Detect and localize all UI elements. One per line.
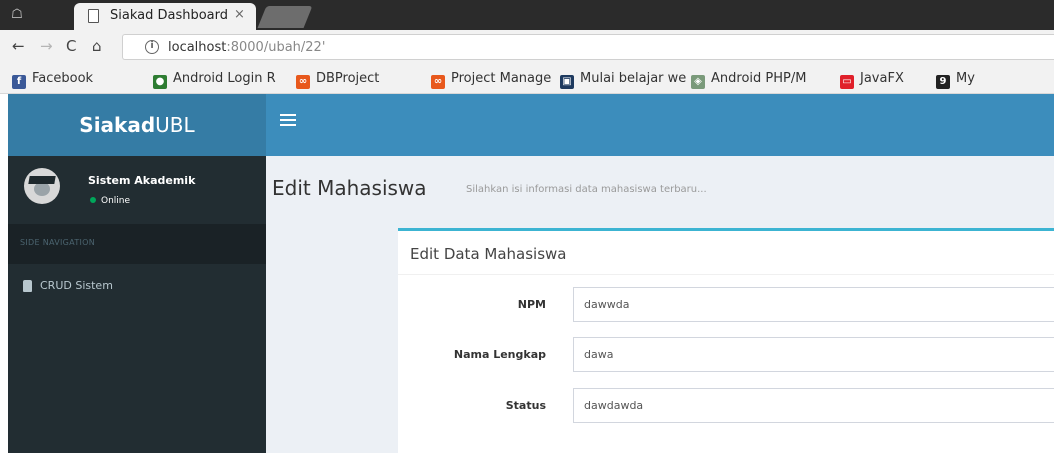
home-icon[interactable]: ⌂ <box>92 38 102 54</box>
page-icon <box>88 9 99 23</box>
nama-lengkap-input[interactable] <box>573 337 1054 372</box>
box-title: Edit Data Mahasiswa <box>410 245 567 263</box>
bookmark-label: JavaFX <box>860 71 904 86</box>
box-divider <box>398 274 1054 275</box>
logo-light: UBL <box>155 113 195 137</box>
user-status-text: Online <box>101 196 131 206</box>
bookmark-item[interactable]: ∞ Project Manage <box>431 71 551 89</box>
bookmark-label: Facebook <box>32 71 94 86</box>
back-arrow-icon[interactable]: ← <box>12 38 25 54</box>
npm-label: NPM <box>517 298 546 311</box>
form-row-npm: NPM <box>398 287 1054 323</box>
online-dot-icon <box>90 197 96 203</box>
forward-arrow-icon[interactable]: → <box>40 38 53 54</box>
browser-tab[interactable]: Siakad Dashboard × <box>74 3 256 30</box>
form-row-nama: Nama Lengkap <box>398 337 1054 373</box>
user-name: Sistem Akademik <box>88 174 196 187</box>
sidebar-header-text: SIDE NAVIGATION <box>20 238 96 247</box>
browser-tab-strip: ☖ Siakad Dashboard × <box>0 0 1054 30</box>
bookmark-label: DBProject <box>316 71 380 86</box>
user-status: Online <box>90 196 130 206</box>
bookmark-item[interactable]: 9 My <box>936 71 975 89</box>
javafx-icon: ▭ <box>840 75 854 89</box>
app-logo[interactable]: SiakadUBL <box>8 94 266 156</box>
bookmark-label: My <box>956 71 975 86</box>
sidebar: Sistem Akademik Online SIDE NAVIGATION C… <box>8 156 266 453</box>
edit-form-box: Edit Data Mahasiswa NPM Nama Lengkap Sta… <box>398 228 1054 453</box>
learn-icon: ▣ <box>560 75 574 89</box>
user-panel: Sistem Akademik Online <box>8 156 266 224</box>
address-bar[interactable]: i localhost:8000/ubah/22' <box>122 34 1054 60</box>
sidebar-item-label: CRUD Sistem <box>40 279 113 292</box>
status-label: Status <box>505 399 546 412</box>
bookmark-label: Android Login R <box>173 71 276 86</box>
nama-lengkap-label: Nama Lengkap <box>453 348 546 361</box>
reload-icon[interactable]: C <box>66 38 76 54</box>
top-navbar <box>266 94 1054 156</box>
url-text: localhost:8000/ubah/22' <box>168 40 325 55</box>
bookmark-item[interactable]: ● Android Login R <box>153 71 276 89</box>
content-area: Edit Mahasiswa Silahkan isi informasi da… <box>266 156 1054 453</box>
info-icon[interactable]: i <box>145 40 159 54</box>
bookmark-item[interactable]: ◈ Android PHP/M <box>691 71 806 89</box>
database-icon <box>23 280 32 292</box>
page-subtitle: Silahkan isi informasi data mahasiswa te… <box>466 184 707 195</box>
tab-title: Siakad Dashboard <box>110 8 229 23</box>
bookmarks-bar: f Facebook ● Android Login R ∞ DBProject ∞ Proj… <box>0 64 1054 94</box>
bookmark-item[interactable]: f Facebook <box>12 71 93 89</box>
logo-bold: Siakad <box>79 113 156 137</box>
page-title: Edit Mahasiswa <box>272 176 427 200</box>
avatar <box>24 168 60 204</box>
close-tab-icon[interactable]: × <box>234 7 245 22</box>
bookmark-label: Android PHP/M <box>711 71 807 86</box>
status-input[interactable] <box>573 388 1054 423</box>
project-icon: ∞ <box>431 75 445 89</box>
sidebar-item-crud-sistem[interactable]: CRUD Sistem <box>8 274 266 300</box>
incognito-icon: ☖ <box>11 7 23 22</box>
bookmark-label: Mulai belajar we <box>580 71 687 86</box>
my-icon: 9 <box>936 75 950 89</box>
url-path: :8000/ubah/22' <box>226 40 326 55</box>
bookmark-item[interactable]: ∞ DBProject <box>296 71 379 89</box>
npm-input[interactable] <box>573 287 1054 322</box>
menu-toggle-icon[interactable] <box>280 114 296 134</box>
browser-toolbar: ← → C ⌂ i localhost:8000/ubah/22' <box>0 30 1054 64</box>
form-row-status: Status <box>398 388 1054 424</box>
url-host: localhost <box>168 40 227 55</box>
project-icon: ∞ <box>296 75 310 89</box>
bookmark-item[interactable]: ▣ Mulai belajar we <box>560 71 686 89</box>
facebook-icon: f <box>12 75 26 89</box>
android-icon: ● <box>153 75 167 89</box>
sidebar-header: SIDE NAVIGATION <box>8 224 266 264</box>
android-php-icon: ◈ <box>691 75 705 89</box>
bookmark-label: Project Manage <box>451 71 552 86</box>
bookmark-item[interactable]: ▭ JavaFX <box>840 71 904 89</box>
new-tab-button[interactable] <box>257 6 313 28</box>
logo-bar: SiakadUBL <box>8 94 266 156</box>
